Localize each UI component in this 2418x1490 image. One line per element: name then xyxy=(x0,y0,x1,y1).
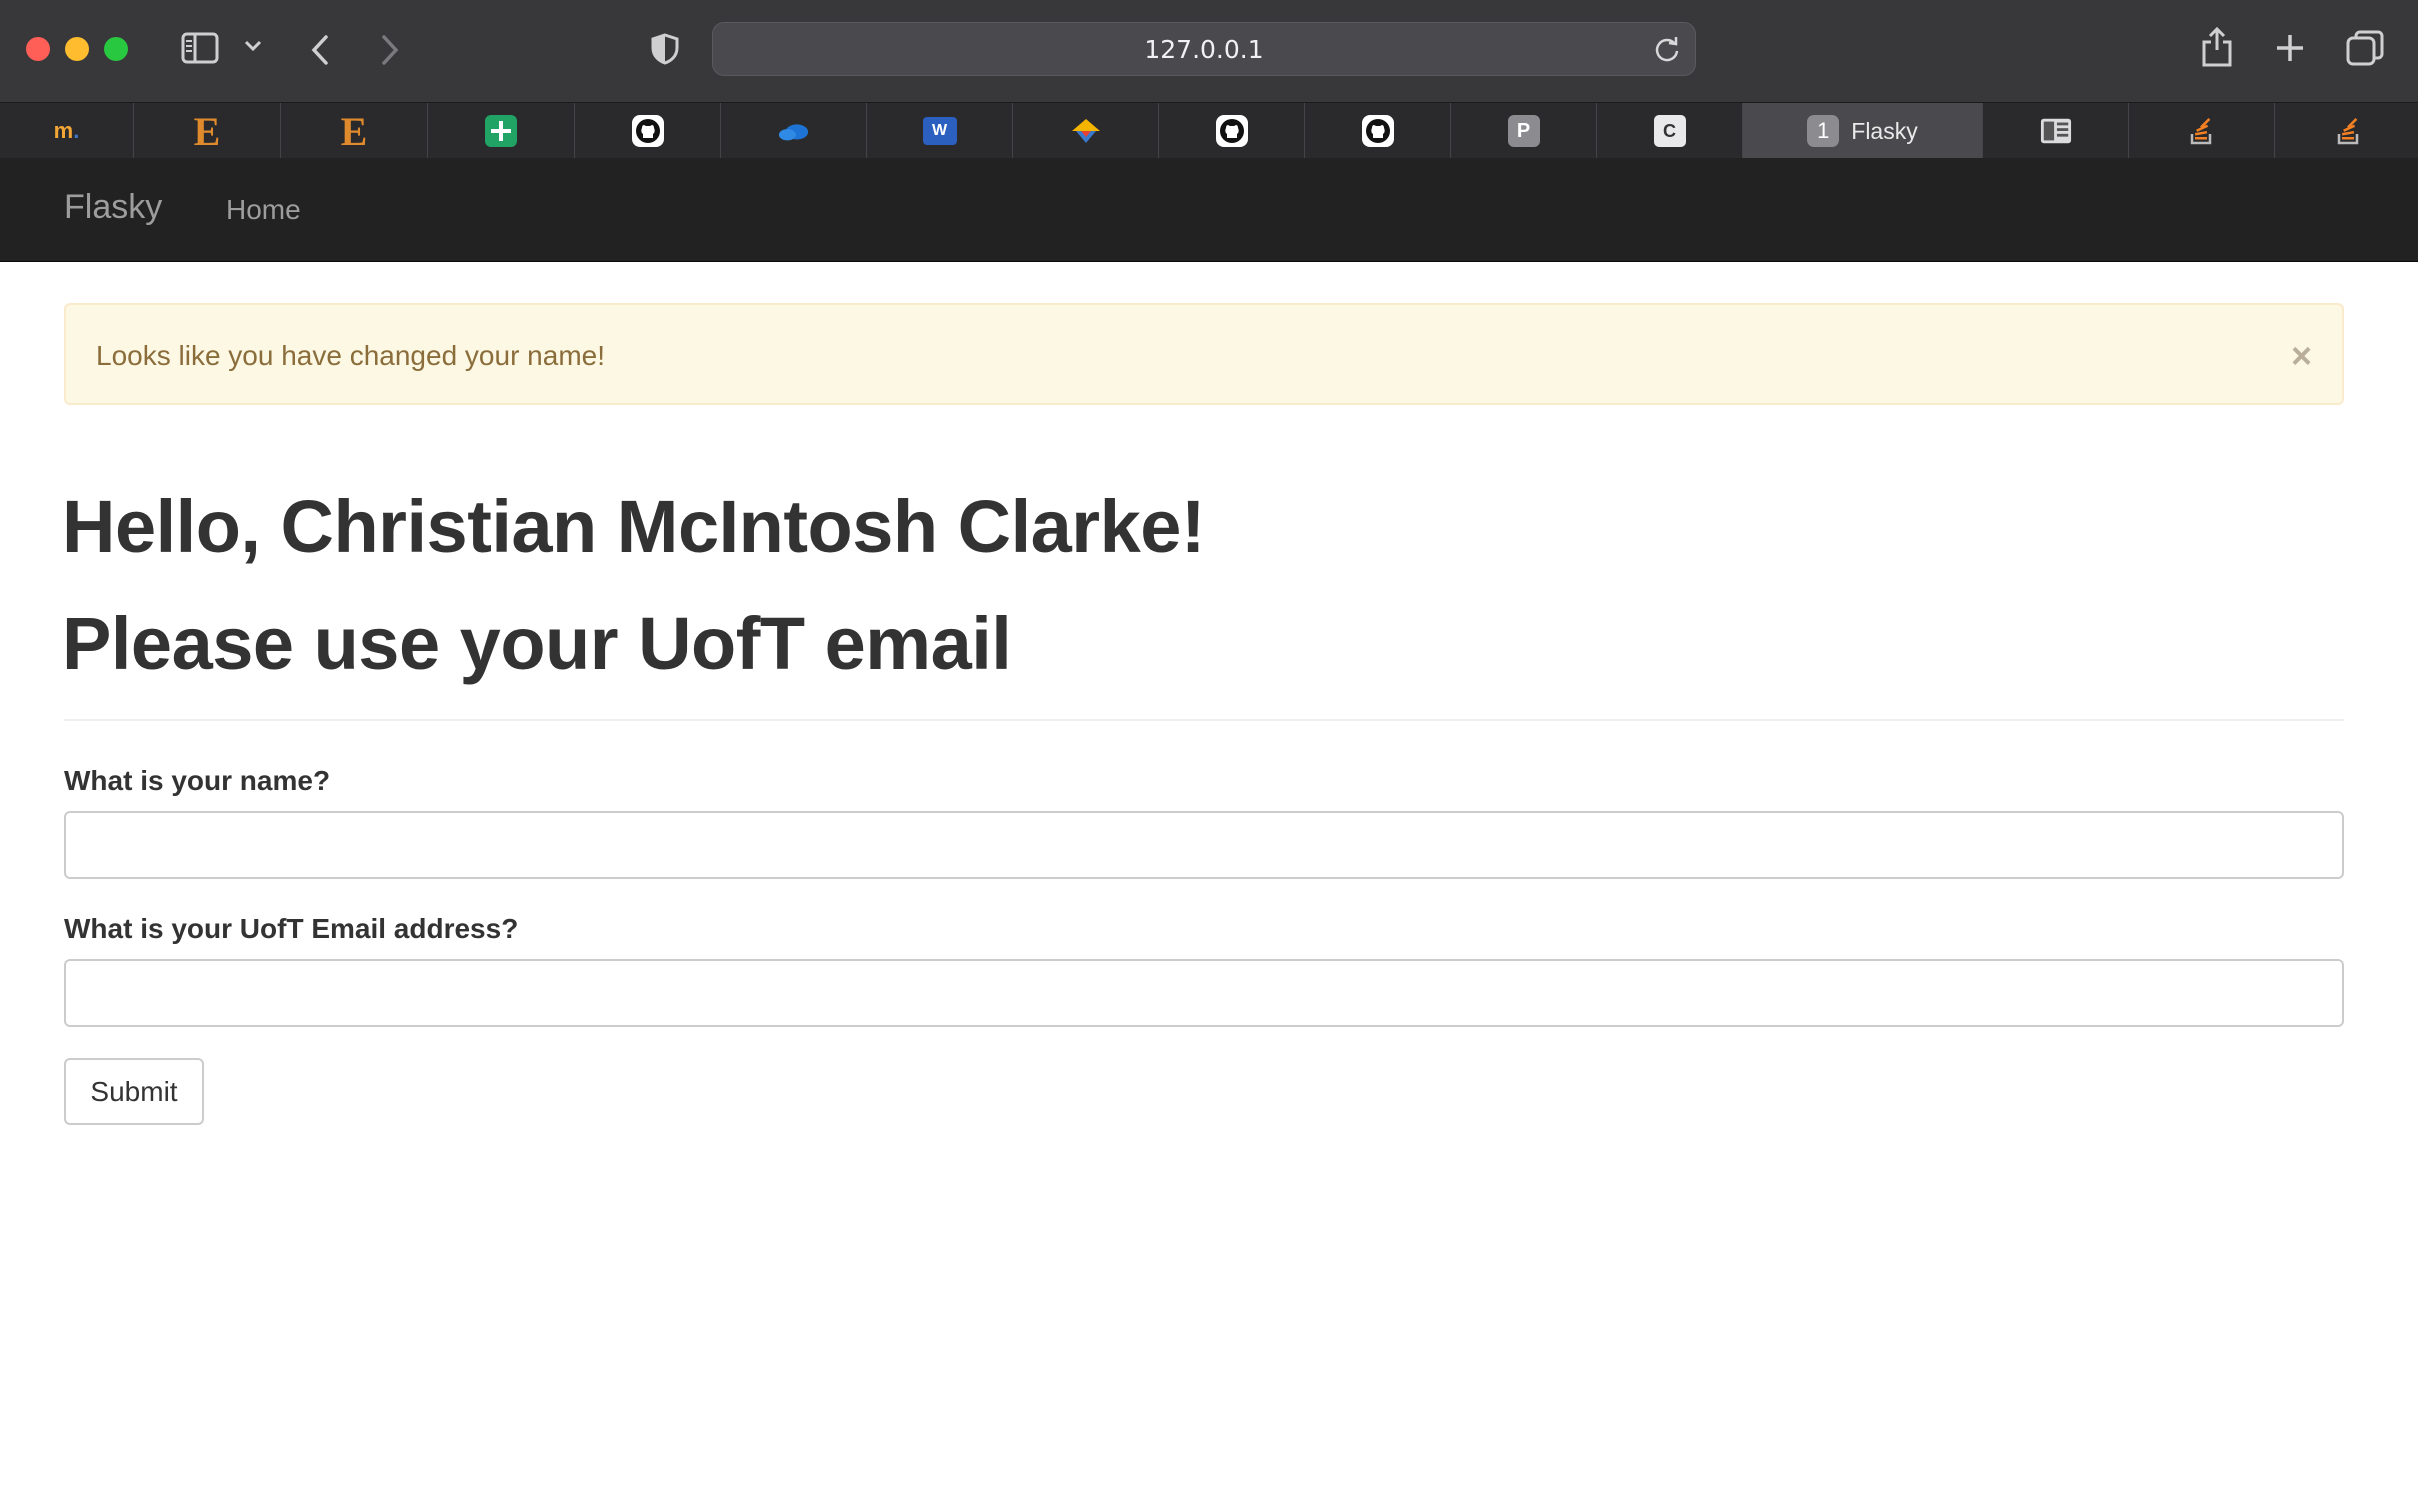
tab-stackoverflow[interactable] xyxy=(2275,103,2418,159)
flash-alert: Looks like you have changed your name! × xyxy=(64,303,2344,405)
github-icon xyxy=(1215,115,1248,147)
tab-flasky[interactable]: 1 Flasky xyxy=(1743,103,1983,159)
tab-stackoverflow[interactable] xyxy=(2129,103,2275,159)
email-field[interactable] xyxy=(64,959,2344,1027)
stackoverflow-icon xyxy=(2333,115,2365,147)
tab-github[interactable] xyxy=(1305,103,1451,159)
google-sheets-icon xyxy=(485,115,517,147)
navbar-brand[interactable]: Flasky xyxy=(64,188,162,227)
tab-m-logo[interactable]: m. xyxy=(0,103,134,159)
alert-message: Looks like you have changed your name! xyxy=(96,340,605,371)
word-icon: W xyxy=(922,117,957,145)
greeting-heading: Hello, Christian McIntosh Clarke! xyxy=(62,485,1206,568)
tab-word[interactable]: W xyxy=(867,103,1013,159)
tab-terminal[interactable]: C xyxy=(1597,103,1743,159)
colorful-umbrella-icon xyxy=(1070,115,1102,147)
email-instruction-heading: Please use your UofT email xyxy=(62,602,1012,685)
back-arrow-icon[interactable] xyxy=(310,34,330,66)
tab-etymology[interactable]: E xyxy=(281,103,428,159)
tab-title: Flasky xyxy=(1851,117,1918,144)
tab-github[interactable] xyxy=(575,103,721,159)
url-text: 127.0.0.1 xyxy=(1144,34,1264,64)
stackoverflow-icon xyxy=(2186,115,2218,147)
tab-onedrive[interactable] xyxy=(721,103,867,159)
zoom-window-button[interactable] xyxy=(104,37,128,61)
new-tab-plus-icon[interactable] xyxy=(2274,32,2306,64)
reload-icon[interactable] xyxy=(1653,35,1681,69)
browser-toolbar: 127.0.0.1 xyxy=(0,0,2418,102)
address-bar[interactable]: 127.0.0.1 xyxy=(712,22,1696,76)
tab-overview-icon[interactable] xyxy=(2346,30,2384,66)
tab-reader[interactable] xyxy=(1983,103,2129,159)
tab-etymology[interactable]: E xyxy=(134,103,281,159)
name-field-label: What is your name? xyxy=(64,765,331,796)
email-field-label: What is your UofT Email address? xyxy=(64,913,519,944)
p-letter-icon: P xyxy=(1507,115,1540,147)
reader-icon xyxy=(2040,115,2072,147)
tab-strip: m. E E W P C 1 Flasky xyxy=(0,102,2418,159)
close-window-button[interactable] xyxy=(26,37,50,61)
sidebar-toggle-icon[interactable] xyxy=(181,32,219,64)
site-navbar: Flasky Home xyxy=(0,158,2418,262)
divider xyxy=(64,719,2344,721)
minimize-window-button[interactable] xyxy=(65,37,89,61)
etymology-e-icon: E xyxy=(340,108,368,154)
chevron-down-icon[interactable] xyxy=(244,40,262,52)
name-field[interactable] xyxy=(64,811,2344,879)
close-icon[interactable]: × xyxy=(2291,335,2312,377)
etymology-e-icon: E xyxy=(193,108,221,154)
share-icon[interactable] xyxy=(2200,26,2234,68)
onedrive-icon xyxy=(778,115,810,147)
badge-number-icon: 1 xyxy=(1807,115,1840,147)
privacy-shield-icon[interactable] xyxy=(651,33,679,65)
m-logo-icon: m. xyxy=(53,118,80,143)
terminal-c-icon: C xyxy=(1653,115,1686,147)
tab-p[interactable]: P xyxy=(1451,103,1597,159)
nav-link-home[interactable]: Home xyxy=(226,194,301,226)
tab-google-sheets[interactable] xyxy=(428,103,575,159)
submit-button[interactable]: Submit xyxy=(64,1058,204,1125)
forward-arrow-icon[interactable] xyxy=(380,34,400,66)
github-icon xyxy=(1361,115,1394,147)
tab-github[interactable] xyxy=(1159,103,1305,159)
tab-umbrella[interactable] xyxy=(1013,103,1159,159)
github-icon xyxy=(631,115,664,147)
